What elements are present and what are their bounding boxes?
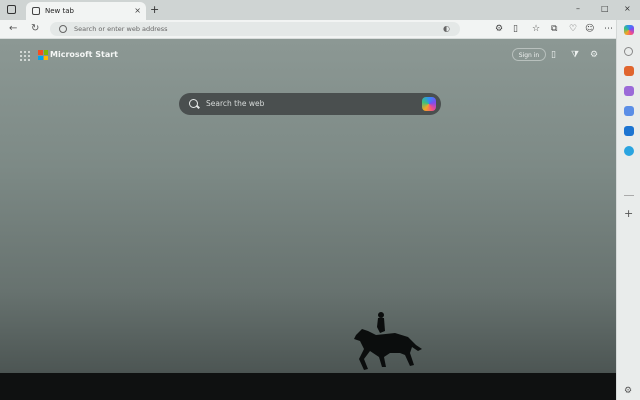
brand-title[interactable]: Microsoft Start [50, 48, 118, 62]
favorites-icon[interactable]: ☆ [532, 22, 540, 36]
more-menu-icon[interactable]: ⋯ [604, 22, 613, 36]
maximize-button[interactable]: □ [601, 2, 609, 16]
refresh-button[interactable]: ↻ [31, 22, 39, 36]
mobile-icon[interactable]: ▯ [551, 48, 556, 62]
address-search-icon [59, 25, 67, 33]
title-bar: New tab × + – □ × [0, 0, 640, 20]
browser-essentials-icon[interactable]: ♡ [569, 22, 577, 36]
tab-close-icon[interactable]: × [134, 5, 141, 17]
split-screen-icon[interactable]: ▯ [513, 22, 518, 36]
search-icon [189, 99, 198, 108]
copilot-icon[interactable] [624, 25, 634, 35]
extensions-icon[interactable]: ⚙ [495, 22, 503, 36]
search-icon[interactable] [624, 47, 633, 56]
sign-in-button[interactable]: Sign in [512, 48, 546, 61]
copilot-icon[interactable] [422, 97, 436, 111]
address-placeholder: Search or enter web address [74, 25, 168, 33]
search-placeholder: Search the web [206, 99, 265, 108]
search-box[interactable]: Search the web [179, 93, 441, 115]
close-window-button[interactable]: × [624, 2, 631, 16]
new-tab-page: Microsoft Start Sign in ▯ ⧩ ⚙ Search the… [0, 39, 616, 400]
settings-icon[interactable]: ⚙ [590, 48, 598, 62]
tab-new-tab[interactable]: New tab × [26, 2, 146, 20]
new-tab-button[interactable]: + [150, 3, 159, 17]
window-menu-icon[interactable] [7, 5, 16, 14]
profile-avatar-icon[interactable]: ☺ [585, 22, 594, 36]
browser-toolbar: ← ↻ Search or enter web address ◐ [0, 20, 640, 39]
customize-icon[interactable]: ⧩ [571, 48, 579, 62]
sidebar-settings-icon[interactable]: ⚙ [624, 385, 632, 397]
tab-favicon-icon [32, 7, 40, 15]
games-icon[interactable] [624, 106, 634, 116]
app-launcher-icon[interactable] [20, 51, 30, 61]
sidebar-add-button[interactable]: + [624, 208, 633, 220]
outlook-icon[interactable] [624, 126, 634, 136]
tab-title: New tab [45, 7, 74, 15]
address-bar[interactable]: Search or enter web address ◐ [50, 22, 460, 36]
back-button[interactable]: ← [9, 22, 17, 36]
collections-icon[interactable]: ⧉ [551, 22, 557, 36]
sidebar-divider [624, 195, 634, 196]
edge-search-icon[interactable]: ◐ [443, 23, 450, 35]
tools-icon[interactable] [624, 86, 634, 96]
minimize-button[interactable]: – [576, 2, 580, 16]
drop-icon[interactable] [624, 146, 634, 156]
ground-silhouette [0, 373, 616, 400]
horse-rider-silhouette [354, 312, 422, 370]
edge-sidebar: + ⚙ [616, 20, 640, 400]
shopping-icon[interactable] [624, 66, 634, 76]
microsoft-logo-icon [38, 50, 48, 60]
